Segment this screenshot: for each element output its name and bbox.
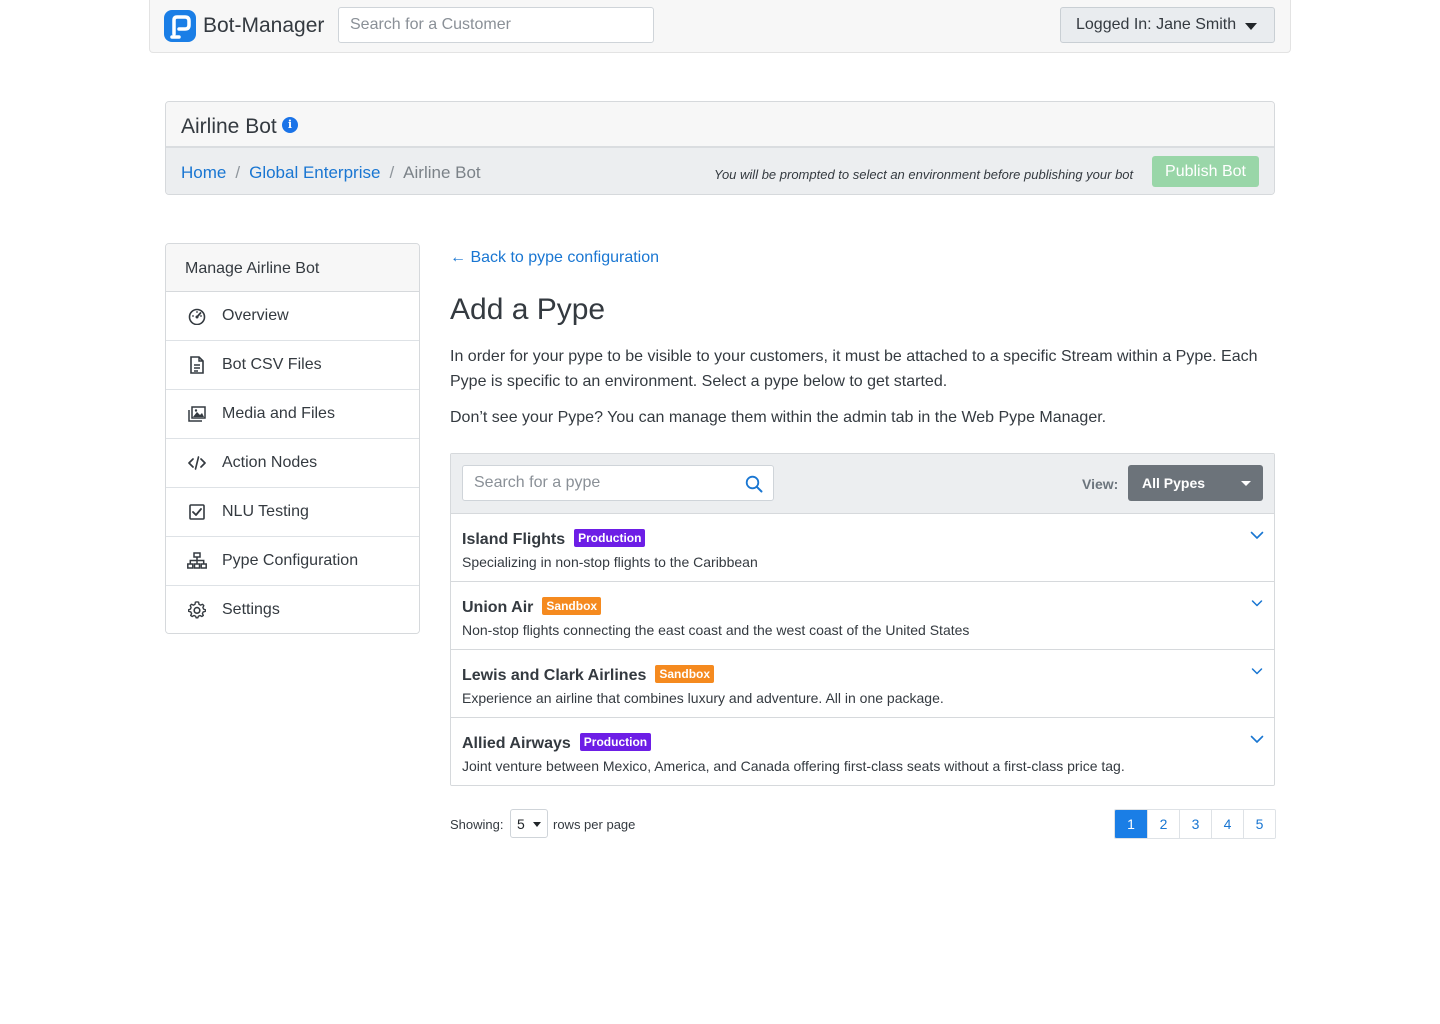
environment-badge: Sandbox	[655, 665, 715, 683]
code-icon	[187, 453, 207, 473]
rows-per-page-value: 5	[517, 816, 525, 832]
sidebar-item-bot-csv-files[interactable]: Bot CSV Files	[166, 341, 419, 390]
pype-name-row: Union Air Sandbox	[462, 597, 602, 617]
sidebar-item-media-and-files[interactable]: Media and Files	[166, 390, 419, 439]
sidebar-item-nlu-testing[interactable]: NLU Testing	[166, 488, 419, 537]
chevron-down-icon[interactable]	[1250, 732, 1264, 746]
sidebar-item-action-nodes[interactable]: Action Nodes	[166, 439, 419, 488]
list-item[interactable]: Allied Airways Production Joint venture b…	[451, 718, 1274, 785]
pype-search-input[interactable]	[462, 465, 774, 501]
pype-name-row: Lewis and Clark Airlines Sandbox	[462, 665, 715, 685]
page-button[interactable]: 5	[1243, 810, 1275, 838]
sidebar-item-label: NLU Testing	[222, 503, 309, 520]
breadcrumb-separator: /	[235, 163, 241, 182]
pype-description: Experience an airline that combines luxu…	[462, 690, 944, 706]
pype-name: Union Air	[462, 599, 534, 616]
customer-search-input[interactable]	[338, 7, 654, 43]
pype-name-row: Island Flights Production	[462, 529, 646, 549]
publish-note: You will be prompted to select an enviro…	[714, 167, 1134, 182]
breadcrumb-separator: /	[389, 163, 395, 182]
pype-name: Allied Airways	[462, 735, 571, 752]
publish-bot-button[interactable]: Publish Bot	[1152, 156, 1259, 187]
view-filter-value: All Pypes	[1142, 475, 1206, 491]
pype-description: Joint venture between Mexico, America, a…	[462, 758, 1125, 774]
sidebar-item-pype-configuration[interactable]: Pype Configuration	[166, 537, 419, 586]
page-button[interactable]: 3	[1179, 810, 1211, 838]
file-icon	[187, 355, 207, 375]
intro-text: In order for your pype to be visible to …	[450, 348, 1258, 390]
pype-list-toolbar: View: All Pypes	[451, 454, 1274, 514]
pype-name: Island Flights	[462, 531, 566, 548]
sidebar-item-label: Settings	[222, 600, 280, 618]
rows-per-page-label: rows per page	[553, 817, 636, 832]
sidebar-item-label: Bot CSV Files	[222, 356, 322, 373]
page-title: Add a Pype	[450, 293, 606, 326]
sitemap-icon	[187, 551, 207, 571]
bot-title: Airline Bot	[181, 115, 277, 138]
view-label: View:	[1082, 476, 1119, 492]
page-button[interactable]: 1	[1115, 810, 1147, 838]
images-icon	[187, 404, 207, 424]
sidebar-item-overview[interactable]: Overview	[166, 292, 419, 341]
top-navbar: Bot-Manager Logged In: Jane Smith	[149, 0, 1291, 53]
breadcrumb: Home / Global Enterprise / Airline Bot	[181, 163, 481, 183]
search-icon[interactable]	[745, 475, 763, 493]
pype-name-row: Allied Airways Production	[462, 733, 652, 753]
environment-badge: Production	[579, 733, 652, 751]
pype-list: View: All Pypes Island Flights Production…	[450, 453, 1275, 786]
user-menu-button[interactable]: Logged In: Jane Smith	[1060, 7, 1275, 43]
sidebar-item-label: Action Nodes	[222, 454, 318, 471]
chevron-down-icon[interactable]	[1250, 596, 1264, 610]
bot-manager-logo-icon	[164, 10, 196, 42]
user-menu-label: Logged In: Jane Smith	[1076, 16, 1237, 33]
showing-label: Showing:	[450, 817, 504, 832]
caret-down-icon	[1245, 23, 1257, 30]
pype-description: Non-stop flights connecting the east coa…	[462, 622, 970, 638]
sidebar-item-label: Media and Files	[222, 405, 335, 422]
gauge-icon	[187, 306, 207, 326]
chevron-down-icon[interactable]	[1250, 664, 1264, 678]
checkbox-icon	[187, 502, 207, 522]
sidebar-item-settings[interactable]: Settings	[166, 586, 419, 633]
info-icon[interactable]: i	[282, 117, 298, 133]
caret-down-icon	[533, 822, 541, 827]
page-button[interactable]: 2	[1147, 810, 1179, 838]
sidebar-item-label: Overview	[222, 307, 289, 324]
caret-down-icon	[1241, 481, 1251, 486]
rows-per-page-select[interactable]: 5	[510, 809, 548, 838]
environment-badge: Sandbox	[542, 597, 602, 615]
breadcrumb-current: Airline Bot	[403, 163, 481, 182]
view-filter-select[interactable]: All Pypes	[1128, 465, 1263, 501]
breadcrumb-global-enterprise[interactable]: Global Enterprise	[249, 163, 380, 183]
pype-description: Specializing in non-stop flights to the …	[462, 554, 758, 570]
pagination: 1 2 3 4 5	[1114, 809, 1276, 839]
gear-icon	[187, 600, 207, 620]
back-to-pype-configuration-link[interactable]: ← Back to pype configuration	[450, 249, 659, 267]
list-item[interactable]: Union Air Sandbox Non-stop flights connec…	[451, 582, 1274, 650]
chevron-down-icon[interactable]	[1250, 528, 1264, 542]
brand-name: Bot-Manager	[203, 14, 325, 37]
environment-badge: Production	[574, 529, 646, 547]
sidebar-title: Manage Airline Bot	[166, 244, 419, 292]
bot-header-card: Airline Bot i Home / Global Enterprise /…	[165, 101, 1275, 195]
list-item[interactable]: Lewis and Clark Airlines Sandbox Experien…	[451, 650, 1274, 718]
manage-pypes-hint: Don’t see your Pype? You can manage them…	[450, 409, 1107, 426]
page-button[interactable]: 4	[1211, 810, 1243, 838]
breadcrumb-home[interactable]: Home	[181, 163, 226, 183]
list-item[interactable]: Island Flights Production Specializing in…	[451, 514, 1274, 582]
sidebar: Manage Airline Bot Overview Bot CSV File…	[165, 243, 420, 634]
sidebar-item-label: Pype Configuration	[222, 552, 359, 569]
pype-name: Lewis and Clark Airlines	[462, 667, 647, 684]
